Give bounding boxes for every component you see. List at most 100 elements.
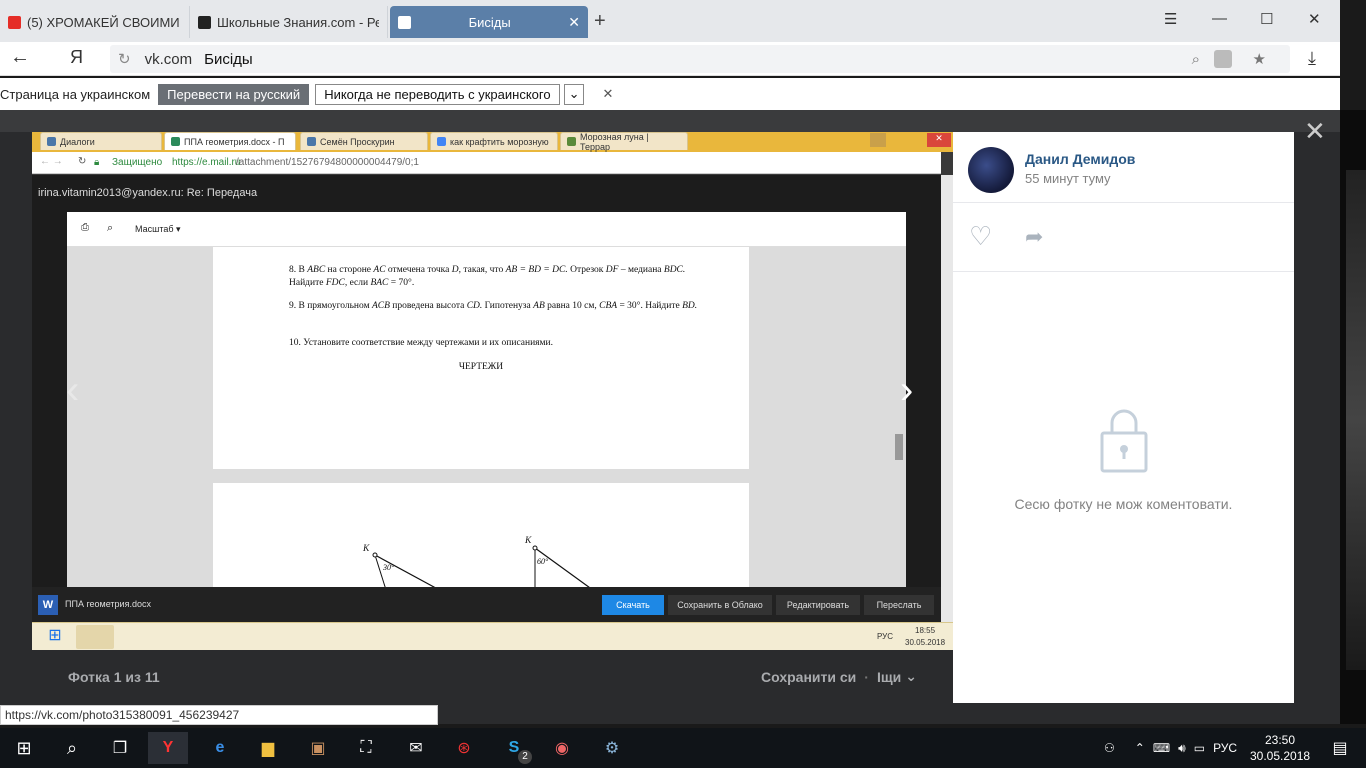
url-page-title: Бисіды xyxy=(204,50,253,68)
print-icon: ⎙ xyxy=(81,222,89,233)
save-to-album-link[interactable]: Сохранити си xyxy=(761,669,856,685)
skype-badge: 2 xyxy=(518,750,532,764)
mail-subject: irina.vitamin2013@yandex.ru: Re: Передач… xyxy=(38,187,258,199)
close-window-icon[interactable]: ✕ xyxy=(1308,10,1321,28)
word-icon: W xyxy=(38,595,58,615)
tab-title: Бисіды xyxy=(468,14,511,30)
bookmark-star-icon[interactable]: ★ xyxy=(1253,50,1266,68)
problem-9: 9. В прямоугольном ACB проведена высота … xyxy=(289,301,698,311)
inner-lock-icon: 🔒︎ xyxy=(94,157,100,168)
yandex-browser-icon[interactable]: Y xyxy=(148,732,188,764)
prev-photo-arrow-icon[interactable]: ‹ xyxy=(66,368,79,413)
inner-tab: Диалоги xyxy=(40,132,162,150)
edge-icon[interactable]: e xyxy=(200,732,240,764)
photo-image[interactable]: Диалоги ППА геометрия.docx - П Семён Про… xyxy=(32,132,953,650)
windows-taskbar: ⊞ ⌕ ❐ Y e ▆ ▣ ⛶ ✉ ⊛ S 2 ◉ ⚙ ⚇ ⌃ ⌨ 🔊︎ ▭ Р… xyxy=(0,728,1366,768)
mail-viewer: irina.vitamin2013@yandex.ru: Re: Передач… xyxy=(32,175,941,622)
time-ago: 55 минут туму xyxy=(1025,171,1111,186)
doc-area: 8. В ABC на стороне AC отмечена точка D,… xyxy=(67,247,906,593)
avatar[interactable] xyxy=(968,147,1014,193)
app-icon[interactable]: ⊛ xyxy=(444,732,484,764)
angle-label-1: 30° xyxy=(383,563,395,572)
inner-utorrent-icon xyxy=(202,625,240,649)
inner-close-icon: ✕ xyxy=(927,133,951,147)
comments-disabled-text: Сесю фотку не мож коментовати. xyxy=(1014,496,1233,512)
reload-icon[interactable]: ↻ xyxy=(118,50,131,68)
next-photo-arrow-icon[interactable]: › xyxy=(900,368,913,413)
tab-title: Школьные Знания.com - Ре xyxy=(217,14,379,30)
lock-icon[interactable] xyxy=(1214,50,1232,68)
more-menu[interactable]: Іщи xyxy=(877,669,901,685)
close-tab-icon[interactable]: ✕ xyxy=(568,14,580,31)
tab-youtube[interactable]: (5) ХРОМАКЕЙ СВОИМИ РУ xyxy=(0,6,190,38)
inner-lang: РУС xyxy=(877,632,894,641)
network-icon[interactable]: ⌨ xyxy=(1153,741,1170,755)
mail-icon[interactable]: ✉ xyxy=(396,732,436,764)
inner-url-path: /attachment/15276794800000004479/0;1 xyxy=(236,157,419,168)
translate-close-icon[interactable]: ✕ xyxy=(602,86,613,102)
search-icon[interactable]: ⌕ xyxy=(52,732,92,764)
triangle-figures xyxy=(372,545,598,593)
doc-scrollbar-thumb xyxy=(895,434,903,460)
tab-title: (5) ХРОМАКЕЙ СВОИМИ РУ xyxy=(27,14,181,30)
photo-counter: Фотка 1 из 11 xyxy=(68,668,160,685)
volume-icon[interactable]: 🔊︎ xyxy=(1178,741,1186,756)
chevron-up-icon[interactable]: ⌃ xyxy=(1135,741,1145,755)
menu-icon[interactable]: ☰ xyxy=(1164,10,1177,28)
screen: (5) ХРОМАКЕЙ СВОИМИ РУ Школьные Знания.c… xyxy=(0,0,1366,768)
clock-date: 30.05.2018 xyxy=(1250,749,1311,763)
desktop-background xyxy=(1340,110,1366,724)
forward-button: Переслать xyxy=(864,595,934,615)
opera-icon[interactable]: ◉ xyxy=(542,732,582,764)
battery-icon[interactable]: ▭ xyxy=(1194,741,1205,755)
inner-taskbar: ⊞ РУС 18:55 30.05.2018 xyxy=(32,622,953,650)
profile-icon xyxy=(870,133,886,147)
start-icon[interactable]: ⊞ xyxy=(4,732,44,764)
downloads-icon[interactable]: ⤓ xyxy=(1308,48,1316,69)
minimize-icon[interactable]: — xyxy=(1212,10,1227,27)
translate-button[interactable]: Перевести на русский xyxy=(158,83,310,105)
new-tab-icon[interactable]: + xyxy=(594,10,606,33)
address-bar: ← Я ↻ vk.com Бисіды ⌕ ★ ⤓ xyxy=(0,42,1340,76)
inner-chrome-icon xyxy=(76,625,114,649)
task-view-icon[interactable]: ❐ xyxy=(100,732,140,764)
inner-tab: как крафтить морозную xyxy=(430,132,558,150)
inner-url-host: https://e.mail.ru xyxy=(172,157,241,168)
tab-znanija[interactable]: Школьные Знания.com - Ре xyxy=(190,6,388,38)
yandex-logo[interactable]: Я xyxy=(70,47,83,68)
google-icon xyxy=(437,137,446,146)
tab-vk-chats[interactable]: Бисіды ✕ xyxy=(390,6,588,38)
back-icon[interactable]: ← xyxy=(10,46,30,69)
download-button: Скачать xyxy=(602,595,664,615)
file-action-bar: W ППА геометрия.docx Скачать Сохранить в… xyxy=(32,587,941,622)
notifications-icon[interactable]: ▤ xyxy=(1320,732,1360,764)
angle-label-2: 60° xyxy=(537,557,549,566)
viewer-close-icon[interactable]: ✕ xyxy=(1304,118,1326,144)
author-name[interactable]: Данил Демидов xyxy=(1025,151,1135,167)
inner-reload-icon: ↻ xyxy=(78,156,87,167)
youtube-icon xyxy=(8,15,21,29)
store-icon[interactable]: ⛶ xyxy=(346,732,386,764)
doc-toolbar: ⎙ ⌕ Масштаб ▾ xyxy=(67,212,906,247)
like-heart-icon[interactable]: ♡ xyxy=(969,221,992,252)
search-icon[interactable]: ⌕ xyxy=(1192,51,1200,68)
translate-options-dropdown[interactable]: ⌄ xyxy=(563,83,585,105)
translate-label: Страница на украинском xyxy=(0,86,151,102)
url-field[interactable]: ↻ vk.com Бисіды ⌕ ★ xyxy=(110,45,1290,73)
clock[interactable]: 23:50 30.05.2018 xyxy=(1250,732,1310,764)
vk-header-dimmed xyxy=(0,110,1340,132)
keyboard-language[interactable]: РУС xyxy=(1213,741,1237,755)
doc-page-1: 8. В ABC на стороне AC отмечена точка D,… xyxy=(213,247,749,469)
maximize-icon[interactable]: ☐ xyxy=(1260,10,1273,28)
people-icon[interactable]: ⚇ xyxy=(1104,741,1115,755)
steam-icon[interactable]: ⚙ xyxy=(592,732,632,764)
doc-search-icon: ⌕ xyxy=(107,222,114,234)
share-arrow-icon[interactable]: ➦ xyxy=(1025,224,1043,250)
never-translate-button[interactable]: Никогда не переводить с украинского xyxy=(315,83,560,105)
inner-time: 18:55 xyxy=(915,626,936,635)
browser-tab-bar: (5) ХРОМАКЕЙ СВОИМИ РУ Школьные Знания.c… xyxy=(0,0,1340,42)
file-explorer-icon[interactable]: ▆ xyxy=(248,732,288,764)
game-icon[interactable]: ▣ xyxy=(298,732,338,764)
system-tray: ⚇ ⌃ ⌨ 🔊︎ ▭ РУС xyxy=(1104,728,1251,768)
vertex-k-1: K xyxy=(363,544,370,554)
